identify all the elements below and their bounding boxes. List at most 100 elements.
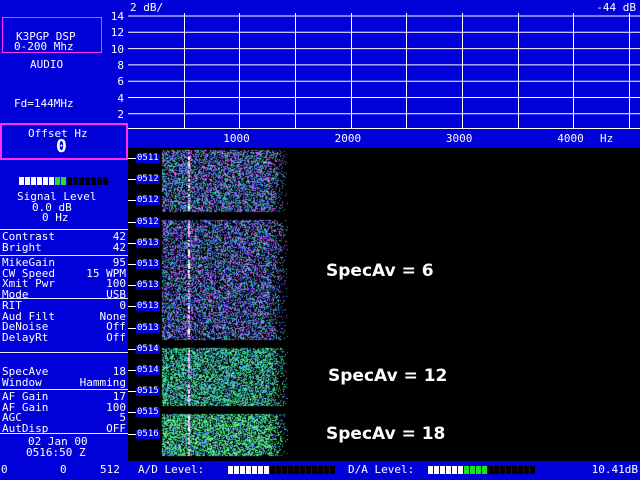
meter-segment (530, 466, 535, 474)
meter-segment (85, 177, 90, 185)
annotation-specav-18: SpecAv = 18 (326, 424, 446, 444)
y-tick-label: 10 (110, 42, 124, 56)
param-row[interactable]: Window Hamming (2, 375, 126, 389)
time-tick (128, 327, 136, 329)
time-label: 0512 (136, 216, 160, 227)
meter-segment (488, 466, 493, 474)
meter-segment (482, 466, 487, 474)
meter-segment (49, 177, 54, 185)
time-tick (128, 285, 136, 287)
param-label: AutDisp (2, 421, 49, 435)
param-value: Off (106, 330, 126, 344)
time-tick (128, 412, 136, 414)
ad-level-label: A/D Level: (138, 463, 205, 476)
param-row[interactable]: DelayRt Off (2, 330, 126, 344)
waterfall-canvas (128, 148, 640, 460)
param-label: DelayRt (2, 330, 49, 344)
meter-segment (91, 177, 96, 185)
meter-segment (97, 177, 102, 185)
time-tick (128, 306, 136, 308)
meter-segment (258, 466, 263, 474)
signal-level-meter (19, 177, 108, 185)
db-readout: 10.41dB (591, 463, 638, 476)
time-label: 0514 (136, 365, 160, 375)
meter-segment (288, 466, 293, 474)
signal-level-hz: 0 Hz (42, 211, 69, 224)
time-tick (128, 200, 136, 202)
time-tick (128, 391, 136, 393)
time-label: 0515 (136, 386, 160, 397)
meter-segment (25, 177, 30, 185)
y-tick-label: 6 (117, 75, 124, 89)
meter-segment (464, 466, 469, 474)
meter-segment (19, 177, 24, 185)
time-tick (128, 242, 136, 244)
spectrum-grid (128, 13, 640, 129)
status-bar: 0 0 512 A/D Level: D/A Level: 10.41dB (0, 461, 640, 480)
param-value: OFF (106, 421, 126, 435)
time-label: 0513 (136, 259, 160, 269)
meter-segment (61, 177, 66, 185)
meter-segment (524, 466, 529, 474)
da-level-label: D/A Level: (348, 463, 415, 476)
time-tick (128, 433, 136, 435)
time-tick (128, 348, 136, 350)
meter-segment (500, 466, 505, 474)
meter-segment (452, 466, 457, 474)
time-tick (128, 179, 136, 181)
time-label: 0512 (136, 195, 160, 206)
param-label: Window (2, 375, 42, 389)
meter-segment (312, 466, 317, 474)
meter-segment (240, 466, 245, 474)
meter-segment (276, 466, 281, 474)
reference-level: -44 dB (596, 1, 636, 14)
meter-segment (446, 466, 451, 474)
meter-segment (428, 466, 433, 474)
time-label: 0515 (136, 407, 160, 418)
meter-segment (228, 466, 233, 474)
meter-segment (300, 466, 305, 474)
y-tick-label: 12 (110, 26, 124, 40)
time-display: 0516:50 Z (26, 446, 86, 459)
status-value-1: 0 (1, 463, 8, 476)
meter-segment (43, 177, 48, 185)
meter-segment (440, 466, 445, 474)
time-label: 0513 (136, 280, 160, 291)
status-value-3: 512 (100, 463, 120, 476)
spectrum-display[interactable]: 2 dB/ -44 dB 1000 2000 3000 4000 Hz (128, 0, 640, 148)
offset-box[interactable]: Offset Hz 0 (0, 123, 128, 160)
x-unit-label: Hz (600, 132, 614, 145)
meter-segment (306, 466, 311, 474)
y-tick-label: 8 (117, 58, 124, 72)
da-level-meter (428, 466, 535, 474)
waterfall-display[interactable]: 0511 0512 0512 0512 0513 0513 0513 0513 0513 0514… (128, 148, 640, 460)
meter-segment (512, 466, 517, 474)
time-tick (128, 264, 136, 265)
control-sidebar: K3PGP DSP 0-200 Mhz AUDIO Fd=144MHz 14 12… (0, 0, 128, 464)
mode-label: AUDIO (30, 58, 64, 71)
meter-segment (246, 466, 251, 474)
x-tick-label: 4000 (557, 132, 584, 145)
time-label: 0511 (136, 153, 160, 163)
param-row[interactable]: Bright 42 (2, 240, 126, 254)
meter-segment (494, 466, 499, 474)
meter-segment (506, 466, 511, 474)
scale-label: 2 dB/ (130, 1, 164, 14)
meter-segment (270, 466, 275, 474)
param-row[interactable]: AutDisp OFF (2, 421, 126, 435)
meter-segment (252, 466, 257, 474)
offset-value: 0 (56, 136, 67, 157)
param-value: 42 (112, 240, 126, 254)
meter-segment (79, 177, 84, 185)
time-label: 0513 (136, 237, 160, 248)
meter-segment (324, 466, 329, 474)
time-tick (128, 370, 136, 371)
time-label: 0512 (136, 174, 160, 185)
annotation-specav-6: SpecAv = 6 (326, 261, 434, 281)
meter-segment (518, 466, 523, 474)
meter-segment (470, 466, 475, 474)
x-tick-label: 3000 (445, 132, 473, 145)
ad-level-meter (228, 466, 335, 474)
meter-segment (458, 466, 463, 474)
meter-segment (294, 466, 299, 474)
